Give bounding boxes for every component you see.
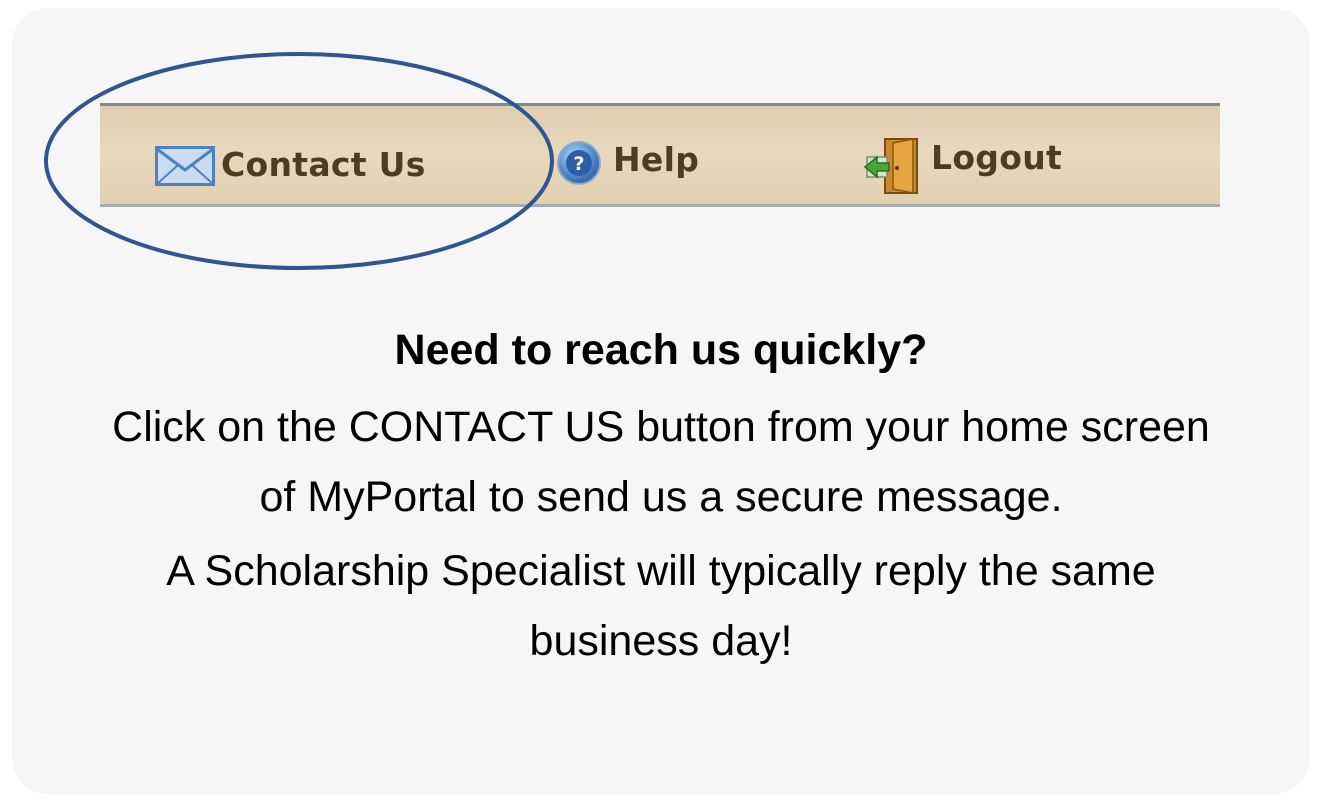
help-label: Help bbox=[613, 140, 700, 179]
svg-text:?: ? bbox=[573, 153, 584, 175]
message-paragraph-contact: Click on the CONTACT US button from your… bbox=[112, 403, 1210, 521]
message-heading: Need to reach us quickly? bbox=[394, 326, 928, 374]
help-button[interactable]: ? Help bbox=[555, 139, 699, 192]
message-section: Need to reach us quickly? Click on the C… bbox=[12, 320, 1310, 676]
help-icon: ? bbox=[555, 139, 603, 192]
logout-door-icon bbox=[863, 137, 921, 200]
contact-us-button[interactable]: Contact Us bbox=[155, 145, 426, 191]
envelope-icon bbox=[155, 146, 215, 191]
message-paragraph-reply: A Scholarship Specialist will typically … bbox=[166, 547, 1156, 665]
logout-label: Logout bbox=[931, 138, 1063, 177]
logout-button[interactable]: Logout bbox=[863, 137, 1062, 200]
portal-nav-bar: Contact Us ? Help Logout bbox=[100, 103, 1220, 207]
contact-us-label: Contact Us bbox=[221, 145, 426, 184]
